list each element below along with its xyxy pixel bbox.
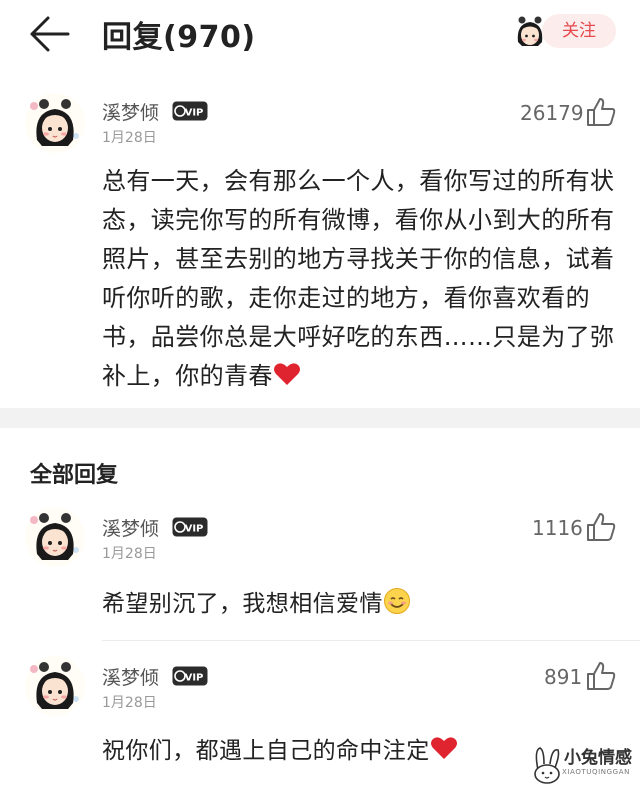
like-count: 26179 [520, 101, 584, 125]
back-arrow-icon[interactable] [26, 14, 72, 54]
all-replies-heading: 全部回复 [30, 463, 119, 488]
follow-button[interactable]: 关注 [542, 14, 616, 48]
like-count: 1116 [532, 516, 583, 540]
username[interactable]: 溪梦倾 [102, 663, 159, 690]
vip-badge-icon: VIP [172, 666, 208, 686]
comment-date: 1月28日 [102, 130, 157, 146]
watermark-subtitle: XIAOTUQINGGAN [562, 768, 630, 776]
user-avatar[interactable] [24, 506, 86, 568]
vip-badge-icon: VIP [172, 517, 208, 537]
svg-text:VIP: VIP [185, 524, 204, 535]
thumbs-up-icon[interactable] [585, 660, 617, 692]
thumbs-up-icon[interactable] [585, 511, 617, 543]
reply-body: 希望别沉了，我想相信爱情 [102, 591, 383, 617]
page-title: 回复(970) [102, 20, 256, 55]
reply-body: 祝你们，都遇上自己的命中注定 [102, 738, 430, 764]
smiling-face-icon [383, 588, 410, 614]
reply-text: 希望别沉了，我想相信爱情 [102, 584, 411, 618]
user-avatar[interactable] [24, 655, 86, 717]
like-count: 891 [544, 665, 583, 689]
header-bar: 回复(970) 关注 [0, 0, 640, 72]
watermark-name: 小兔情感 [564, 748, 632, 768]
reply-page: 回复(970) 关注 溪梦倾 VIP 1月28日 26179 总有一天，会有那么… [0, 0, 640, 786]
username[interactable]: 溪梦倾 [102, 98, 159, 125]
reply-text: 祝你们，都遇上自己的命中注定 [102, 731, 458, 765]
reply-date: 1月28日 [102, 695, 157, 711]
user-avatar[interactable] [24, 92, 86, 154]
reply-divider [102, 640, 640, 641]
reply-date: 1月28日 [102, 546, 157, 562]
comment-body: 总有一天，会有那么一个人，看你写过的所有状态，读完你写的所有微博，看你从小到大的… [102, 167, 615, 390]
comment-text: 总有一天，会有那么一个人，看你写过的所有状态，读完你写的所有微博，看你从小到大的… [102, 162, 622, 396]
svg-text:VIP: VIP [185, 673, 204, 684]
section-separator [0, 408, 640, 428]
vip-badge-icon: VIP [172, 101, 208, 121]
red-heart-icon [430, 737, 457, 759]
thumbs-up-icon[interactable] [585, 96, 617, 128]
red-heart-icon [273, 363, 300, 385]
svg-text:VIP: VIP [185, 108, 204, 119]
username[interactable]: 溪梦倾 [102, 514, 159, 541]
